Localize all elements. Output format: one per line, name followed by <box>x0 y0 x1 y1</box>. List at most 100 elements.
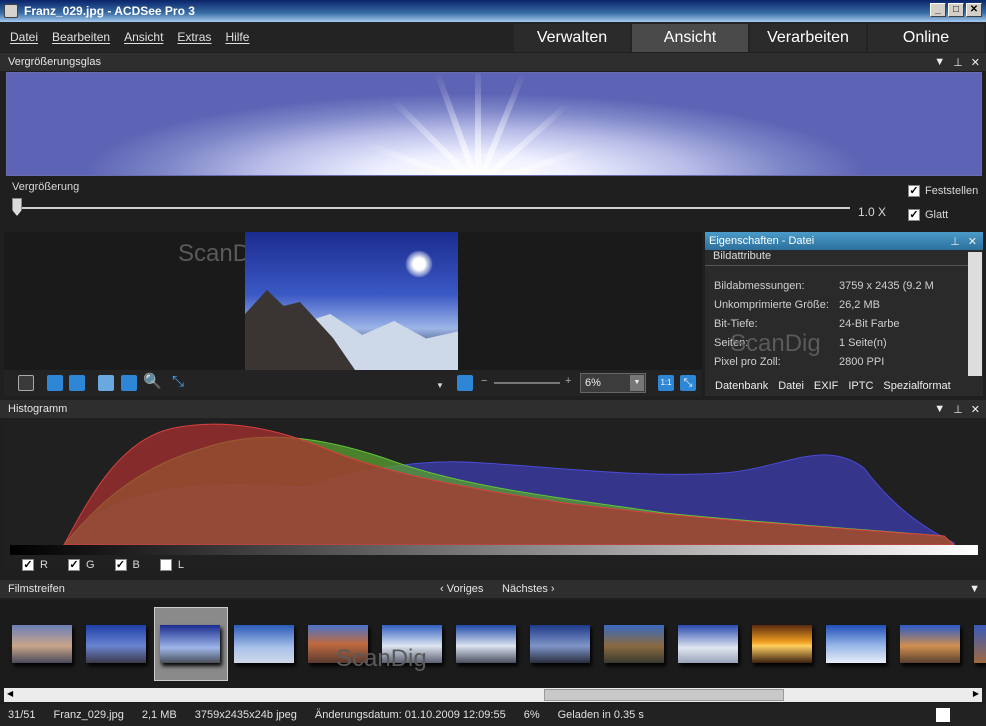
props-value: 2800 PPI <box>839 355 885 368</box>
close-button[interactable]: ✕ <box>966 3 982 17</box>
tab-verarbeiten[interactable]: Verarbeiten <box>750 24 866 52</box>
status-zoom: 6% <box>523 709 540 721</box>
tab-datenbank[interactable]: Datenbank <box>715 380 768 396</box>
channel-b-checkbox[interactable]: ✓ <box>114 559 127 571</box>
filmstrip-thumb[interactable] <box>974 625 986 663</box>
tab-online[interactable]: Online <box>868 24 984 52</box>
tab-exif[interactable]: EXIF <box>814 380 838 396</box>
select-tool-icon[interactable] <box>121 375 137 391</box>
zoom-tool-icon[interactable]: 🔍 <box>143 374 162 391</box>
smooth-checkbox[interactable]: ✓ <box>908 209 920 221</box>
tab-ansicht[interactable]: Ansicht <box>632 24 748 52</box>
filmstrip-thumb[interactable] <box>900 625 960 663</box>
filmstrip-thumb[interactable] <box>456 625 516 663</box>
props-key: Unkomprimierte Größe: <box>714 298 829 311</box>
tab-iptc[interactable]: IPTC <box>848 380 873 396</box>
filmstrip-thumb[interactable] <box>86 625 146 663</box>
close-icon[interactable]: ✕ <box>971 56 980 69</box>
tab-verwalten[interactable]: Verwalten <box>514 24 630 52</box>
dropdown-icon[interactable]: ▼ <box>934 403 945 416</box>
maximize-button[interactable]: □ <box>948 3 964 17</box>
props-value: 3759 x 2435 (9.2 M <box>839 279 934 292</box>
filmstrip-thumb[interactable] <box>234 625 294 663</box>
minimize-button[interactable]: _ <box>930 3 946 17</box>
screen-icon[interactable] <box>18 375 34 391</box>
dropdown-icon[interactable]: ▼ <box>934 56 945 69</box>
preview-photo <box>245 232 458 370</box>
pin-icon[interactable]: ⊥ <box>953 56 963 69</box>
zoom-select-value: 6% <box>585 377 601 389</box>
rotate-left-icon[interactable] <box>47 375 63 391</box>
rotate-right-icon[interactable] <box>69 375 85 391</box>
menu-extras[interactable]: Extras <box>177 30 211 44</box>
filmstrip-thumb[interactable] <box>160 625 220 663</box>
filmstrip-title: Filmstreifen <box>8 583 65 595</box>
preview-zoom-slider[interactable] <box>494 382 560 384</box>
zoom-slider-track[interactable] <box>20 207 850 209</box>
filmstrip-scrollbar[interactable]: ◀ ▶ <box>4 688 982 702</box>
filmstrip-thumb[interactable] <box>604 625 664 663</box>
menu-datei[interactable]: Datei <box>10 30 38 44</box>
tab-datei[interactable]: Datei <box>778 380 804 396</box>
actual-size-button[interactable]: 1:1 <box>658 375 674 391</box>
hand-tool-icon[interactable] <box>98 375 114 391</box>
histogram-svg <box>62 423 956 546</box>
props-value: 26,2 MB <box>839 298 880 311</box>
next-button[interactable]: Nächstes › <box>502 583 555 595</box>
histogram-gradient-bar <box>10 545 978 555</box>
magnifier-view <box>6 72 982 176</box>
status-modified: Änderungsdatum: 01.10.2009 12:09:55 <box>314 709 506 721</box>
watermark: ScanDig <box>730 330 821 357</box>
dropdown-icon[interactable]: ▼ <box>969 583 980 595</box>
fit-image-icon[interactable]: ⤡ <box>680 375 696 391</box>
status-index: 31/51 <box>8 709 36 721</box>
scroll-left-icon[interactable]: ◀ <box>7 689 13 698</box>
filmstrip-thumb[interactable] <box>12 625 72 663</box>
close-icon[interactable]: ✕ <box>968 235 977 248</box>
filmstrip-panel-header: Filmstreifen ‹ Voriges Nächstes › ▼ <box>0 580 986 598</box>
channel-g-checkbox[interactable]: ✓ <box>67 559 80 571</box>
pin-icon[interactable]: ⊥ <box>950 235 960 248</box>
status-loaded: Geladen in 0.35 s <box>557 709 644 721</box>
dropdown-arrow-icon[interactable]: ▼ <box>436 381 444 390</box>
close-icon[interactable]: ✕ <box>971 403 980 416</box>
zoom-select[interactable]: 6% ▼ <box>580 373 646 393</box>
filmstrip-thumb[interactable] <box>530 625 590 663</box>
filmstrip-thumb[interactable] <box>752 625 812 663</box>
scrollbar-thumb[interactable] <box>544 689 784 701</box>
tab-spezialformat[interactable]: Spezialformat <box>883 380 950 396</box>
channel-b-label: B <box>132 559 140 571</box>
lock-label: Feststellen <box>925 185 979 197</box>
histogram-panel-header: Histogramm ▼ ⊥ ✕ <box>0 400 986 418</box>
zoom-out-icon[interactable]: − <box>481 375 487 387</box>
previous-button[interactable]: ‹ Voriges <box>440 583 483 595</box>
filmstrip-thumb[interactable] <box>678 625 738 663</box>
chevron-down-icon[interactable]: ▼ <box>630 375 644 391</box>
menu-bearbeiten[interactable]: Bearbeiten <box>52 30 110 44</box>
zoom-in-icon[interactable]: + <box>565 375 571 387</box>
fit-screen-icon[interactable]: ⤡ <box>172 374 188 391</box>
zoom-label: Vergrößerung <box>12 181 80 193</box>
menu-ansicht[interactable]: Ansicht <box>124 30 163 44</box>
status-size: 2,1 MB <box>141 709 177 721</box>
filmstrip-thumb[interactable] <box>826 625 886 663</box>
zoom-value: 1.0 X <box>858 205 887 219</box>
status-bar: 31/51 Franz_029.jpg 2,1 MB 3759x2435x24b… <box>0 704 986 726</box>
view-mode-icon[interactable] <box>457 375 473 391</box>
title-bar: Franz_029.jpg - ACDSee Pro 3 _ □ ✕ <box>0 0 986 22</box>
props-key: Bit-Tiefe: <box>714 317 758 330</box>
props-value: 1 Seite(n) <box>839 336 887 349</box>
channel-l-checkbox[interactable] <box>159 559 172 571</box>
status-file: Franz_029.jpg <box>53 709 124 721</box>
pin-icon[interactable]: ⊥ <box>953 403 963 416</box>
scroll-right-icon[interactable]: ▶ <box>973 689 979 698</box>
properties-scrollbar[interactable] <box>968 252 982 376</box>
zoom-slider-thumb[interactable] <box>12 198 22 216</box>
status-dims: 3759x2435x24b jpeg <box>194 709 297 721</box>
channel-r-checkbox[interactable]: ✓ <box>22 559 34 571</box>
mode-tabs: Verwalten Ansicht Verarbeiten Online <box>512 24 984 52</box>
lock-checkbox[interactable]: ✓ <box>908 185 920 197</box>
menu-hilfe[interactable]: Hilfe <box>225 30 249 44</box>
channel-r-label: R <box>40 559 48 571</box>
properties-header: Eigenschaften - Datei ⊥ ✕ <box>705 232 983 250</box>
